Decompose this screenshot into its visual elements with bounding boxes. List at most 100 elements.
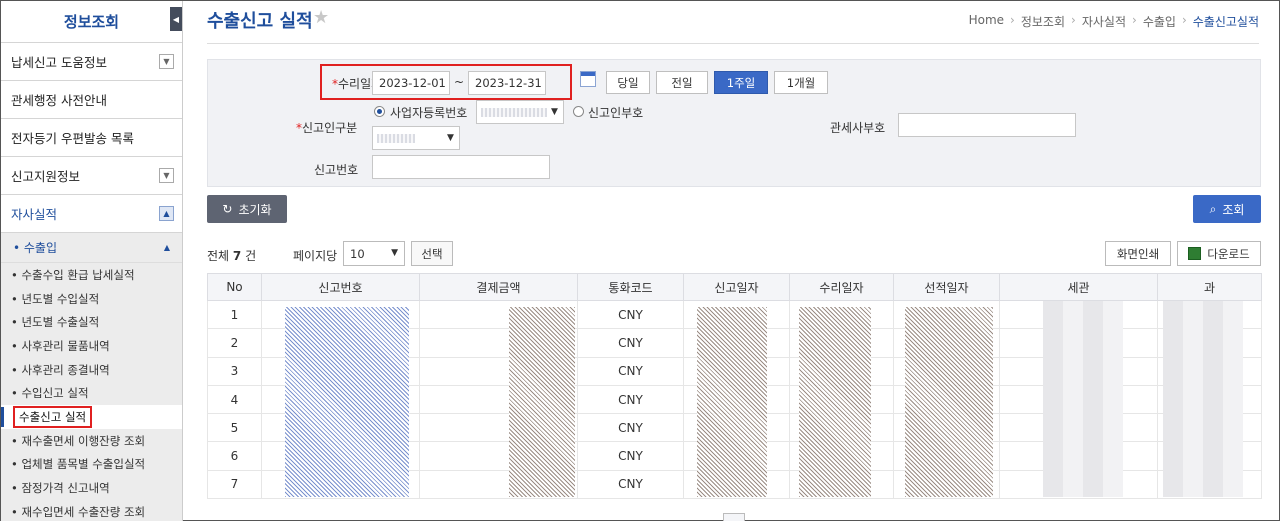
sidebar: 정보조회 ◀ 납세신고 도움정보 ▼ 관세행정 사전안내 전자등기 우편발송 목… bbox=[1, 1, 183, 521]
cell-currency: CNY bbox=[577, 328, 684, 358]
cell-currency: CNY bbox=[577, 299, 684, 330]
redacted-declaration-numbers bbox=[285, 307, 409, 497]
breadcrumb-home[interactable]: Home bbox=[969, 13, 1004, 30]
business-number-select[interactable]: ▼ bbox=[476, 100, 564, 124]
col-header-payment-amount[interactable]: 결제금액 bbox=[419, 273, 578, 301]
sidebar-group-label: • 수출입 bbox=[13, 241, 58, 255]
radio-business-number[interactable] bbox=[374, 106, 385, 117]
col-header-currency-code[interactable]: 통화코드 bbox=[577, 273, 684, 301]
sidebar-subitem[interactable]: • 수출수입 환급 납세실적 bbox=[1, 263, 182, 287]
cell-no: 6 bbox=[207, 441, 262, 471]
date-separator: ~ bbox=[454, 75, 465, 89]
sidebar-subitem-export-declaration-current[interactable]: 수출신고 실적 bbox=[1, 405, 182, 429]
sidebar-subitem[interactable]: • 년도별 수입실적 bbox=[1, 286, 182, 311]
sidebar-subitem[interactable]: • 년도별 수출실적 bbox=[1, 310, 182, 335]
caret-up-icon: ▲ bbox=[163, 243, 170, 252]
sidebar-subitem-label: 수출신고 실적 bbox=[13, 405, 93, 428]
chevron-up-icon[interactable]: ▲ bbox=[159, 206, 174, 221]
customs-broker-input[interactable] bbox=[898, 113, 1076, 137]
sidebar-item-tax-help[interactable]: 납세신고 도움정보 ▼ bbox=[1, 43, 182, 81]
reset-button[interactable]: ↻ 초기화 bbox=[207, 195, 287, 223]
sidebar-item-filing-support[interactable]: 신고지원정보 ▼ bbox=[1, 157, 182, 195]
sidebar-item-label: 자사실적 bbox=[11, 207, 58, 222]
print-button[interactable]: 화면인쇄 bbox=[1105, 241, 1171, 266]
cell-currency: CNY bbox=[577, 413, 684, 443]
masked-value bbox=[481, 108, 547, 117]
sidebar-subitem-label: • 년도별 수입실적 bbox=[11, 291, 100, 306]
col-header-no[interactable]: No bbox=[207, 273, 262, 301]
favorite-star-icon[interactable]: ★ bbox=[313, 7, 329, 28]
chevron-down-icon: ▼ bbox=[551, 107, 558, 117]
radio-declarant-code[interactable] bbox=[573, 106, 584, 117]
cell-currency: CNY bbox=[577, 469, 684, 500]
breadcrumb-item[interactable]: 자사실적 bbox=[1082, 13, 1126, 30]
sidebar-subitem-label: • 수입신고 실적 bbox=[11, 386, 89, 401]
period-today-button[interactable]: 당일 bbox=[606, 71, 650, 94]
radio-declarant-code-label: 신고인부호 bbox=[588, 106, 644, 120]
sidebar-subitem[interactable]: • 사후관리 종결내역 bbox=[1, 357, 182, 382]
date-to-input[interactable]: 2023-12-31 bbox=[468, 71, 546, 95]
col-header-declaration-date[interactable]: 신고일자 bbox=[683, 273, 790, 301]
sidebar-subitem[interactable]: • 업체별 품목별 수출입실적 bbox=[1, 452, 182, 477]
sidebar-item-company-performance[interactable]: 자사실적 ▲ bbox=[1, 195, 182, 233]
cell-no: 5 bbox=[207, 413, 262, 443]
chevron-down-icon[interactable]: ▼ bbox=[159, 54, 174, 69]
sidebar-subitem[interactable]: • 재수입면세 수출잔량 조회 bbox=[1, 499, 182, 521]
col-header-acceptance-date[interactable]: 수리일자 bbox=[789, 273, 894, 301]
sidebar-group-export-import[interactable]: • 수출입 ▲ bbox=[1, 233, 182, 263]
chevron-down-icon[interactable]: ▼ bbox=[159, 168, 174, 183]
download-button[interactable]: 다운로드 bbox=[1177, 241, 1261, 266]
pagination-indicator[interactable] bbox=[723, 513, 745, 521]
breadcrumb-item[interactable]: 수출입 bbox=[1143, 13, 1176, 30]
sidebar-subitem[interactable]: • 사후관리 물품내역 bbox=[1, 334, 182, 358]
sidebar-subitem[interactable]: • 재수출면세 이행잔량 조회 bbox=[1, 428, 182, 453]
breadcrumb: Home › 정보조회 › 자사실적 › 수출입 › 수출신고실적 bbox=[968, 13, 1259, 30]
sidebar-item-customs-guide[interactable]: 관세행정 사전안내 bbox=[1, 81, 182, 119]
sidebar-subitem-label: • 사후관리 물품내역 bbox=[11, 338, 110, 353]
redacted-acceptance-dates bbox=[799, 307, 871, 497]
declaration-number-label: 신고번호 bbox=[314, 163, 359, 177]
per-page-select[interactable]: 10 ▼ bbox=[343, 241, 405, 266]
refresh-icon: ↻ bbox=[222, 202, 233, 216]
col-header-section[interactable]: 과 bbox=[1157, 273, 1262, 301]
declaration-number-input[interactable] bbox=[372, 155, 550, 179]
period-month-button[interactable]: 1개월 bbox=[774, 71, 828, 94]
cell-no: 3 bbox=[207, 356, 262, 386]
sidebar-subitem[interactable]: • 잠정가격 신고내역 bbox=[1, 476, 182, 500]
period-yesterday-button[interactable]: 전일 bbox=[656, 71, 708, 94]
redacted-declaration-dates bbox=[697, 307, 767, 497]
sidebar-item-label: 관세행정 사전안내 bbox=[11, 93, 107, 108]
col-header-declaration-number[interactable]: 신고번호 bbox=[261, 273, 420, 301]
sidebar-subitem-label: • 수출수입 환급 납세실적 bbox=[11, 267, 135, 282]
sidebar-subitem[interactable]: • 수입신고 실적 bbox=[1, 381, 182, 406]
per-page-apply-button[interactable]: 선택 bbox=[411, 241, 453, 266]
sidebar-item-registered-mail[interactable]: 전자등기 우편발송 목록 bbox=[1, 119, 182, 157]
cell-no: 7 bbox=[207, 469, 262, 500]
chevron-down-icon: ▼ bbox=[391, 248, 398, 258]
chevron-down-icon: ▼ bbox=[447, 133, 454, 143]
sidebar-subitem-label: • 사후관리 종결내역 bbox=[11, 362, 110, 377]
col-header-shipment-date[interactable]: 선적일자 bbox=[893, 273, 1000, 301]
table-header-row: No 신고번호 결제금액 통화코드 신고일자 수리일자 선적일자 세관 과 bbox=[207, 273, 1262, 301]
col-header-customs-office[interactable]: 세관 bbox=[999, 273, 1158, 301]
sidebar-item-label: 전자등기 우편발송 목록 bbox=[11, 131, 134, 146]
cell-no: 4 bbox=[207, 384, 262, 415]
reset-button-label: 초기화 bbox=[238, 202, 272, 217]
search-button[interactable]: ⌕ 조회 bbox=[1193, 195, 1261, 223]
sidebar-collapse-button[interactable]: ◀ bbox=[170, 7, 182, 31]
calendar-icon[interactable] bbox=[580, 71, 596, 87]
sidebar-header: 정보조회 ◀ bbox=[1, 1, 182, 43]
page-title: 수출신고 실적 bbox=[207, 11, 313, 32]
sidebar-subitem-label: • 년도별 수출실적 bbox=[11, 315, 100, 330]
redacted-customs-office bbox=[1043, 301, 1123, 497]
redacted-shipment-dates bbox=[905, 307, 993, 497]
breadcrumb-item[interactable]: 정보조회 bbox=[1021, 13, 1065, 30]
date-from-input[interactable]: 2023-12-01 bbox=[372, 71, 450, 95]
period-week-button[interactable]: 1주일 bbox=[714, 71, 768, 94]
cell-no: 2 bbox=[207, 328, 262, 358]
sidebar-title: 정보조회 bbox=[63, 13, 120, 31]
breadcrumb-current: 수출신고실적 bbox=[1192, 15, 1259, 29]
redacted-payment-amounts bbox=[509, 307, 575, 497]
sidebar-subitem-label: • 재수입면세 수출잔량 조회 bbox=[11, 504, 146, 519]
declarant-sub-select[interactable]: ▼ bbox=[372, 126, 460, 150]
